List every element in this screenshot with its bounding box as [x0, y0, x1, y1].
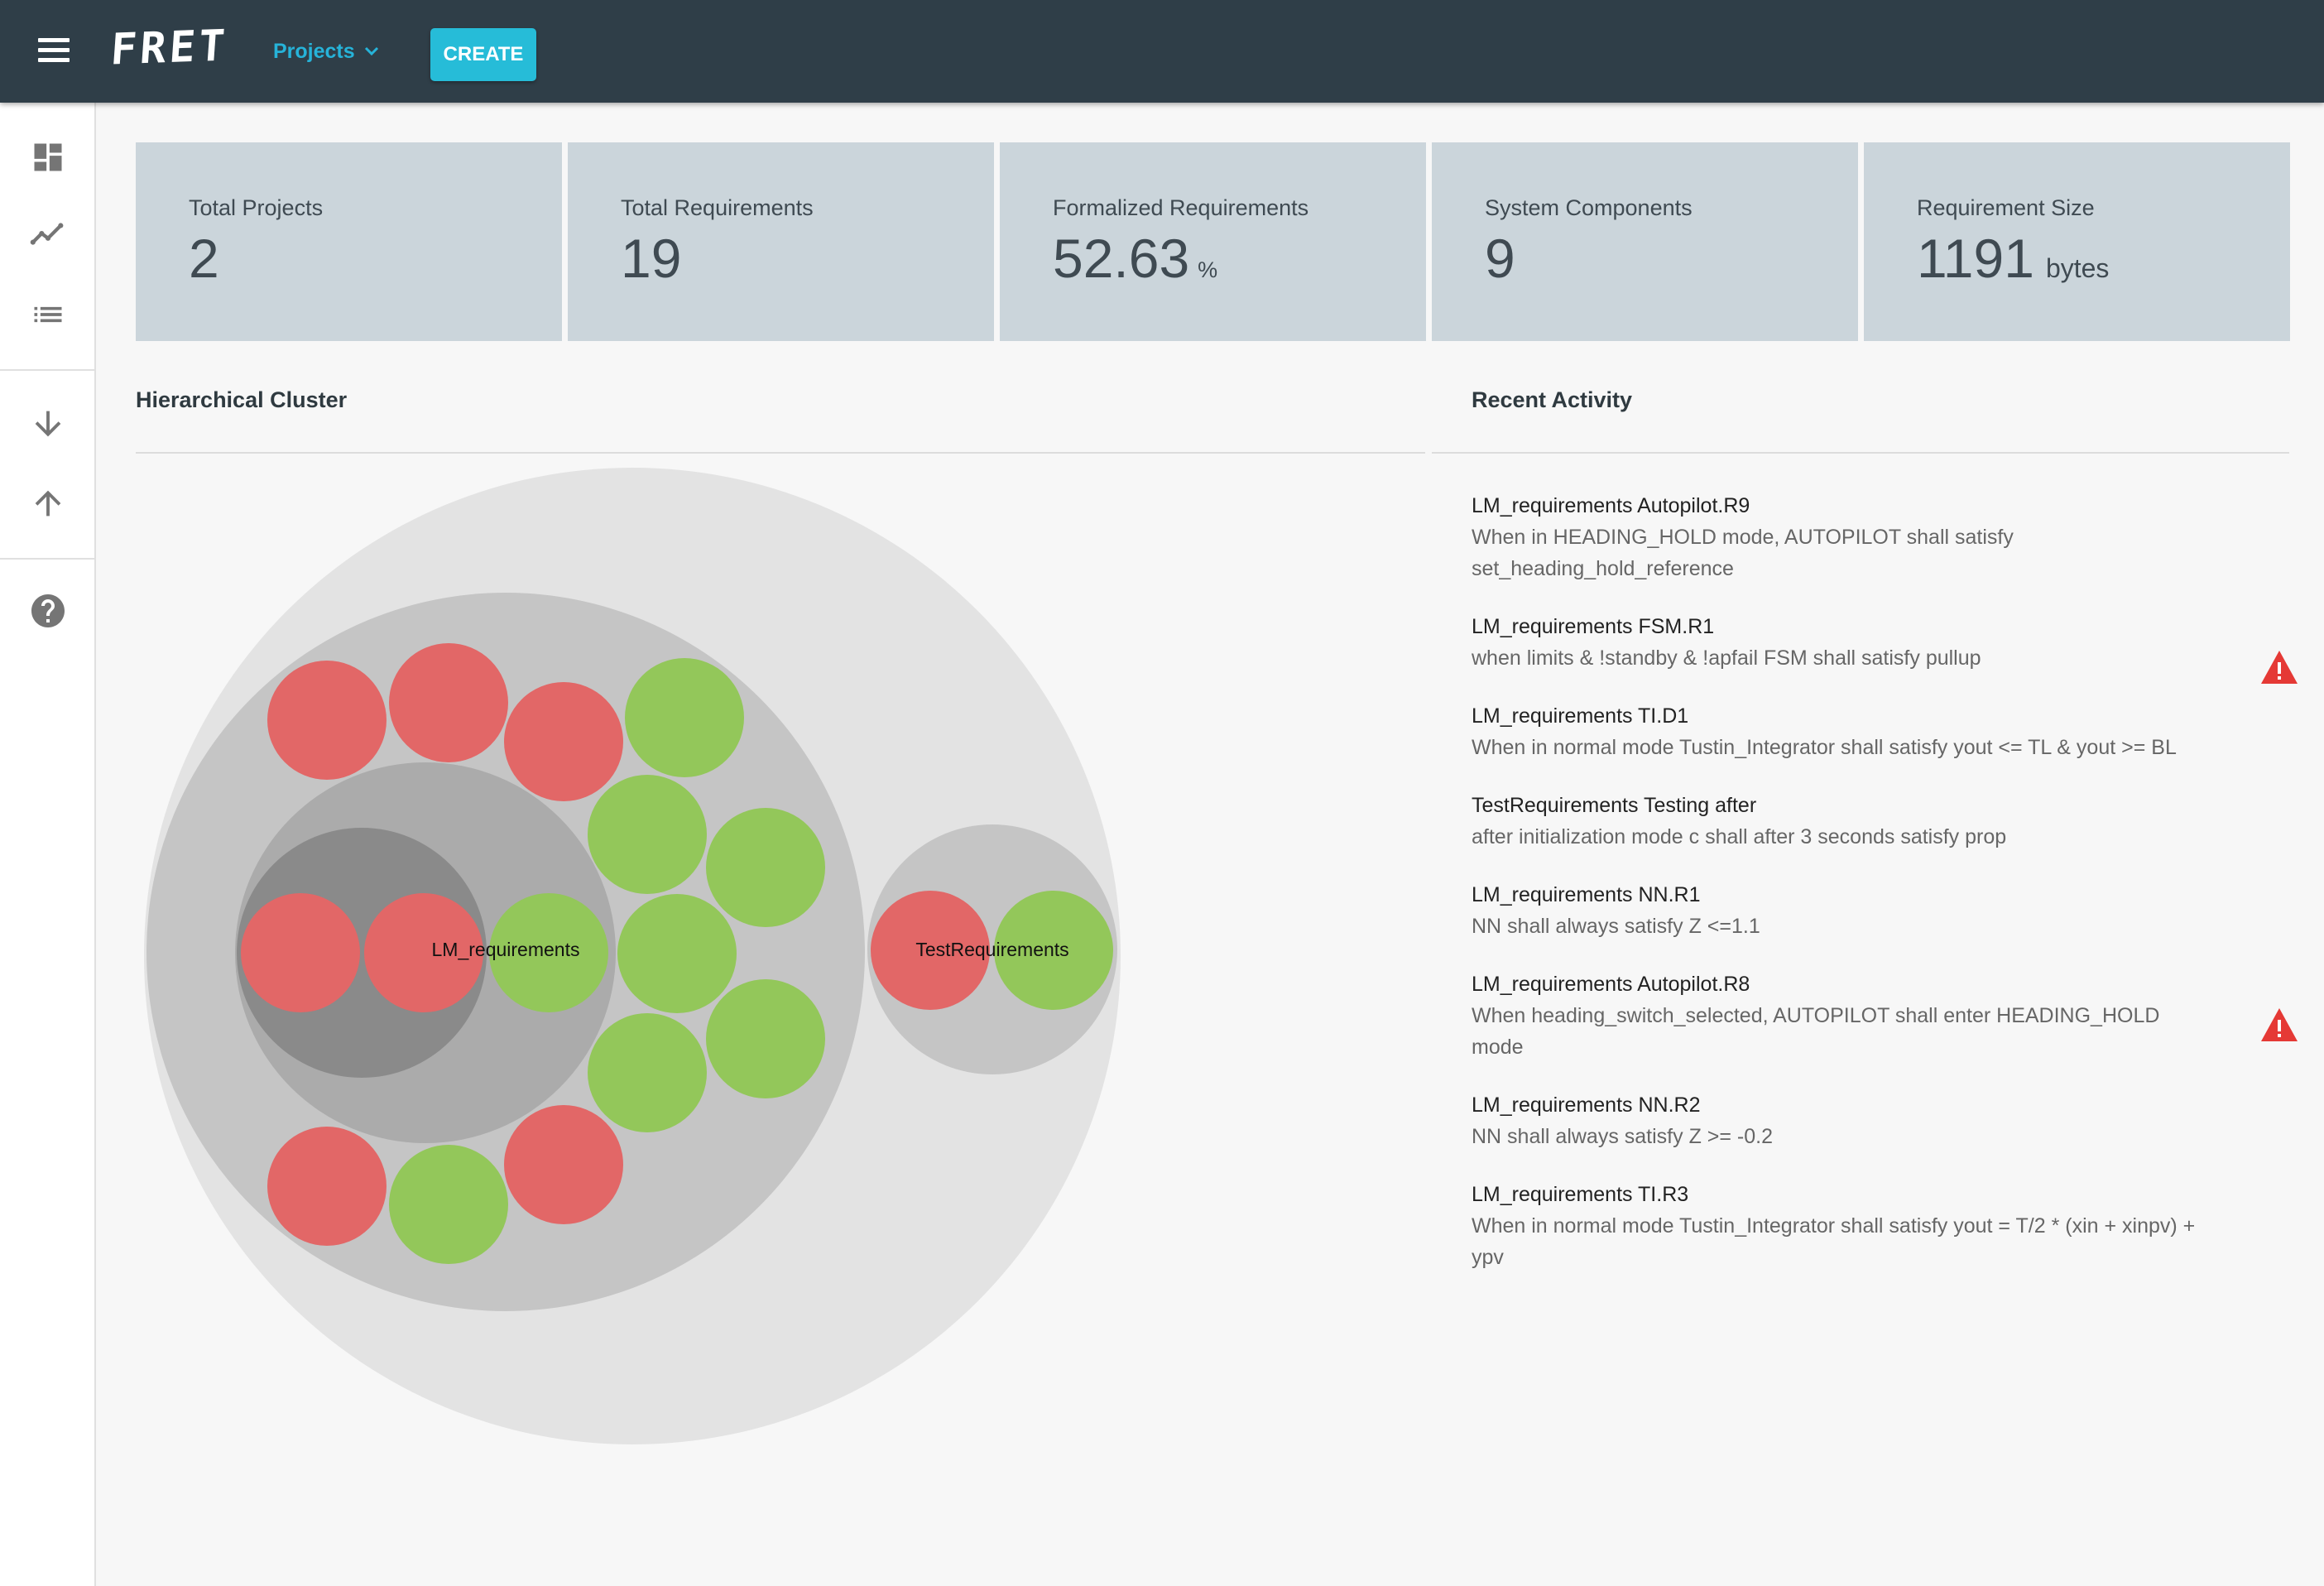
- stat-label: Total Requirements: [621, 195, 814, 220]
- activity-item-desc: When in HEADING_HOLD mode, AUTOPILOT sha…: [1472, 526, 2014, 580]
- list-icon: [34, 306, 62, 323]
- menu-icon[interactable]: [33, 33, 74, 70]
- cluster-title: Hierarchical Cluster: [136, 387, 348, 412]
- stat-value: 9: [1485, 228, 1515, 289]
- requirement-node[interactable]: [625, 658, 744, 777]
- projects-label: Projects: [273, 39, 355, 63]
- timeline-icon: [30, 223, 64, 245]
- stat-card-components: System Components 9: [1432, 142, 1858, 341]
- activity-item-desc: when limits & !standby & !apfail FSM sha…: [1472, 646, 1981, 670]
- activity-item[interactable]: LM_requirements TI.D1 When in normal mod…: [1472, 700, 2299, 763]
- stat-label: Total Projects: [189, 195, 324, 220]
- sidebar-item-analysis[interactable]: [23, 210, 73, 260]
- warning-icon: [2261, 651, 2298, 684]
- stat-card-total-requirements: Total Requirements 19: [568, 142, 994, 341]
- stat-value: 1191: [1917, 228, 2034, 289]
- activity-item[interactable]: LM_requirements Autopilot.R8 When headin…: [1472, 968, 2299, 1063]
- activity-item-desc: When in normal mode Tustin_Integrator sh…: [1472, 1214, 2196, 1269]
- requirement-node[interactable]: [389, 643, 508, 762]
- activity-item-desc: When in normal mode Tustin_Integrator sh…: [1472, 736, 2177, 759]
- section-divider: [1432, 452, 2289, 454]
- requirement-node[interactable]: [588, 775, 707, 894]
- stat-card-total-projects: Total Projects 2: [136, 142, 562, 341]
- cluster-label-lm-requirements: LM_requirements: [432, 939, 580, 960]
- stat-value: 2: [189, 228, 219, 289]
- stat-label: Requirement Size: [1917, 195, 2095, 220]
- projects-menu-button[interactable]: Projects: [273, 31, 382, 71]
- sidebar-item-help[interactable]: [23, 586, 73, 636]
- activity-item[interactable]: LM_requirements NN.R1 NN shall always sa…: [1472, 879, 2299, 942]
- activity-item[interactable]: LM_requirements Autopilot.R9 When in HEA…: [1472, 490, 2299, 584]
- side-nav: [0, 103, 96, 1586]
- nav-divider: [0, 369, 94, 371]
- activity-item[interactable]: TestRequirements Testing after after ini…: [1472, 790, 2299, 853]
- stat-card-formalized: Formalized Requirements 52.63%: [1000, 142, 1426, 341]
- requirement-node[interactable]: [504, 682, 623, 801]
- activity-item[interactable]: LM_requirements TI.R3 When in normal mod…: [1472, 1179, 2299, 1273]
- stat-unit: bytes: [2045, 253, 2110, 283]
- requirement-node[interactable]: [504, 1105, 623, 1224]
- stat-label: Formalized Requirements: [1053, 195, 1309, 220]
- activity-title: Recent Activity: [1472, 387, 1633, 412]
- arrow-up-icon: [35, 490, 61, 517]
- activity-item[interactable]: LM_requirements NN.R2 NN shall always sa…: [1472, 1089, 2299, 1152]
- activity-item-desc: NN shall always satisfy Z >= -0.2: [1472, 1125, 1774, 1148]
- activity-item-title: LM_requirements NN.R2: [1472, 1093, 1701, 1117]
- stat-value: 52.63: [1053, 228, 1190, 289]
- requirement-node[interactable]: [617, 894, 737, 1013]
- requirement-node[interactable]: [706, 979, 825, 1098]
- activity-list: LM_requirements Autopilot.R9 When in HEA…: [1472, 490, 2299, 1300]
- sidebar-item-requirements[interactable]: [23, 290, 73, 339]
- section-divider: [136, 452, 1425, 454]
- activity-item-title: LM_requirements TI.R3: [1472, 1183, 1689, 1206]
- stat-label: System Components: [1485, 195, 1693, 220]
- sidebar-item-dashboard[interactable]: [23, 132, 73, 182]
- nav-divider: [0, 558, 94, 560]
- sidebar-item-import[interactable]: [23, 399, 73, 449]
- requirement-node[interactable]: [588, 1013, 707, 1132]
- activity-item[interactable]: LM_requirements FSM.R1 when limits & !st…: [1472, 611, 2299, 684]
- cluster-label-test-requirements: TestRequirements: [915, 939, 1068, 960]
- activity-item-title: TestRequirements Testing after: [1472, 794, 1757, 817]
- activity-item-title: LM_requirements NN.R1: [1472, 883, 1701, 906]
- activity-item-title: LM_requirements Autopilot.R8: [1472, 973, 1750, 996]
- warning-icon: [2261, 1008, 2298, 1041]
- app-logo: FRET: [108, 21, 230, 75]
- activity-item-desc: after initialization mode c shall after …: [1472, 825, 2007, 848]
- activity-item-title: LM_requirements TI.D1: [1472, 704, 1689, 728]
- requirement-node[interactable]: [389, 1145, 508, 1264]
- stat-unit: %: [1198, 257, 1218, 282]
- chevron-down-icon: [364, 46, 378, 56]
- create-button[interactable]: CREATE: [430, 28, 536, 81]
- dashboard-icon: [34, 143, 62, 171]
- requirement-node[interactable]: [267, 1127, 387, 1246]
- requirement-node[interactable]: [706, 808, 825, 927]
- hierarchical-cluster-chart: LM_requirements TestRequirements: [144, 468, 1121, 1444]
- help-icon: [31, 594, 65, 627]
- stat-card-requirement-size: Requirement Size 1191 bytes: [1864, 142, 2290, 341]
- activity-item-title: LM_requirements FSM.R1: [1472, 615, 1715, 638]
- requirement-node[interactable]: [241, 893, 360, 1012]
- app-bar: FRET Projects CREATE: [0, 0, 2324, 103]
- activity-item-desc: NN shall always satisfy Z <=1.1: [1472, 915, 1760, 938]
- activity-item-title: LM_requirements Autopilot.R9: [1472, 494, 1750, 517]
- stat-value: 19: [621, 228, 682, 289]
- arrow-down-icon: [35, 411, 61, 437]
- requirement-node[interactable]: [267, 661, 387, 780]
- sidebar-item-export[interactable]: [23, 478, 73, 528]
- activity-item-desc: When heading_switch_selected, AUTOPILOT …: [1472, 1004, 2160, 1059]
